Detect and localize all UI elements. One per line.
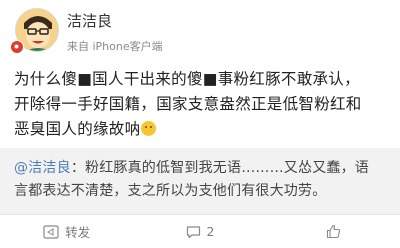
action-bar: 转发 2 (0, 215, 400, 248)
author-name[interactable]: 洁洁良 (67, 10, 112, 31)
post-text-line: 开除得一手好国籍，国家支意盎然正是低智粉红和 (14, 95, 362, 113)
repost-label: 转发 (65, 225, 91, 240)
post-text-line: 恶臭国人的缘故呐 (14, 117, 386, 142)
hongkong-flag-icon (10, 40, 24, 54)
mention-link[interactable]: @洁洁良 (14, 160, 71, 176)
post-source: 来自 iPhone客户端 (67, 40, 163, 53)
post-text: 为什么傻■国人干出来的傻■事粉红豚不敢承认， 开除得一手好国籍，国家支意盎然正是… (14, 67, 386, 142)
comment-count: 2 (206, 224, 215, 239)
quoted-comment-line: @洁洁良：粉红豚真的低智到我无语………又怂又蠢，语 (14, 157, 390, 180)
repost-button[interactable]: 转发 (0, 215, 133, 248)
comment-icon (186, 225, 200, 238)
comment-button[interactable]: 2 (133, 215, 266, 248)
like-button[interactable] (267, 215, 400, 248)
quoted-comment[interactable]: @洁洁良：粉红豚真的低智到我无语………又怂又蠢，语 言都表达不清楚，支之所以为支… (0, 148, 400, 214)
repost-icon (43, 224, 59, 239)
thumbs-up-icon (326, 224, 340, 239)
post-text-line: 为什么傻■国人干出来的傻■事粉红豚不敢承认， (14, 70, 360, 88)
quoted-comment-content: ：粉红豚真的低智到我无语………又怂又蠢，语 (70, 160, 370, 176)
post-text-line-content: 恶臭国人的缘故呐 (14, 120, 141, 138)
quoted-comment-line: 言都表达不清楚，支之所以为支他们有很大功劳。 (14, 183, 327, 199)
smile-emoji-icon (141, 121, 157, 136)
post-header: 洁洁良 来自 iPhone客户端 (0, 0, 400, 60)
quoted-comment-text: @洁洁良：粉红豚真的低智到我无语………又怂又蠢，语 言都表达不清楚，支之所以为支… (14, 157, 390, 203)
